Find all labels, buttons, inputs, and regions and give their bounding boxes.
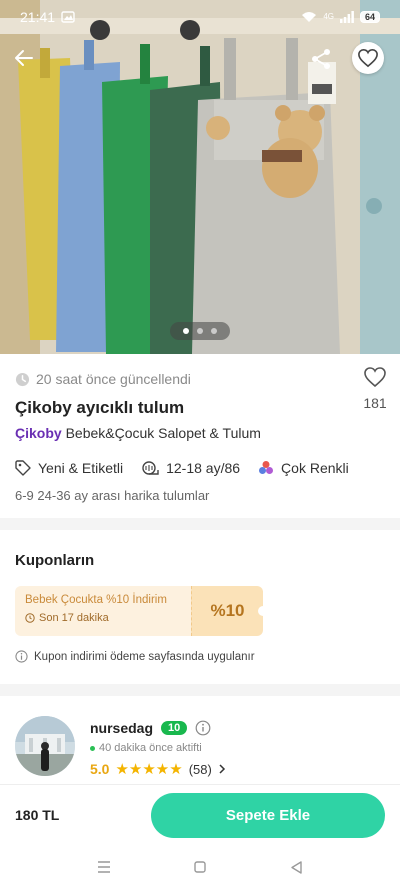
add-to-cart-button[interactable]: Sepete Ekle [151,793,385,838]
like-counter[interactable]: 181 [358,366,392,411]
favorite-count: 181 [363,395,387,411]
system-navigation-bar [0,846,400,888]
network-label: 4G [323,12,334,21]
wifi-icon [301,11,317,23]
share-icon [312,49,330,69]
seller-level-badge: 10 [161,721,188,735]
info-icon[interactable] [195,720,211,736]
rating-score: 5.0 [90,761,110,777]
gallery-dot[interactable] [211,328,217,334]
home-button[interactable] [188,855,212,879]
review-count: (58) [188,761,212,777]
coupon-note-text: Kupon indirimi ödeme sayfasında uygulanı… [34,650,255,663]
updated-text: 20 saat önce güncellendi [36,371,191,387]
battery-icon: 64 [360,11,380,23]
timer-icon [25,613,35,623]
product-title: Çikoby ayıcıklı tulum [15,398,185,417]
menu-icon [98,861,110,873]
condition-label: Yeni & Etiketli [38,460,124,476]
seller-section[interactable]: nursedag 10 40 dakika önce aktifti 5.0 ★… [0,696,400,784]
product-image-gallery[interactable]: 21:41 4G 64 [0,0,400,354]
status-time: 21:41 [20,9,56,25]
avatar-image [15,716,75,776]
color-attribute: Çok Renkli [258,460,349,476]
rating-stars: ★★★★★ [115,761,183,778]
clock-icon [15,372,30,386]
category-link[interactable]: Bebek&Çocuk Salopet & Tulum [66,425,261,441]
gallery-dot[interactable] [183,328,189,334]
seller-activity: 40 dakika önce aktifti [90,742,202,754]
seller-last-active: 40 dakika önce aktifti [99,742,202,754]
seller-name[interactable]: nursedag [90,720,153,736]
product-description: 6-9 24-36 ay arası harika tulumlar [15,488,210,503]
arrow-left-icon [15,50,33,66]
coupon-timer: Son 17 dakika [25,612,181,624]
share-button[interactable] [306,44,336,74]
color-label: Çok Renkli [281,460,349,476]
triangle-back-icon [291,860,302,874]
online-dot-icon [90,745,95,751]
coupon-title: Bebek Çocukta %10 İndirim [25,594,167,606]
chevron-right-icon [219,764,225,774]
condition-attribute: Yeni & Etiketli [15,460,123,476]
back-button[interactable] [8,42,40,74]
signal-icon [340,11,354,23]
image-notification-icon [61,10,75,24]
coupons-section: Kuponların Bebek Çocukta %10 İndirim Son… [0,530,400,684]
gallery-dot[interactable] [197,328,203,334]
gallery-pagination [170,322,230,340]
seller-rating[interactable]: 5.0 ★★★★★ (58) [90,760,226,778]
brand-link[interactable]: Çikoby [15,425,62,441]
product-photo [0,0,400,354]
system-back-button[interactable] [284,855,308,879]
square-icon [194,861,206,873]
heart-icon [358,48,378,68]
section-divider [0,518,400,530]
info-icon [15,650,28,663]
coupon-value: %10 [191,586,268,636]
color-icon [259,461,274,474]
price: 180 TL [15,807,60,823]
status-bar: 21:41 4G 64 [0,0,400,34]
coupon-time-left: Son 17 dakika [39,612,109,624]
product-info: 20 saat önce güncellendi 181 Çikoby ayıc… [0,354,400,518]
purchase-bar: 180 TL Sepete Ekle [0,784,400,846]
coupon-card[interactable]: Bebek Çocukta %10 İndirim Son 17 dakika … [15,586,268,636]
seller-name-row: nursedag 10 [90,720,211,736]
coupons-heading: Kuponların [15,552,95,569]
size-icon [142,461,159,475]
size-attribute: 12-18 ay/86 [141,460,240,476]
coupon-note: Kupon indirimi ödeme sayfasında uygulanı… [15,650,255,663]
tag-icon [15,460,31,476]
network-type-icon: 4G [323,13,334,21]
coupon-details: Bebek Çocukta %10 İndirim Son 17 dakika [15,586,191,636]
battery-level: 64 [364,12,375,22]
size-label: 12-18 ay/86 [166,460,241,476]
favorite-button[interactable] [352,42,384,74]
recent-apps-button[interactable] [92,855,116,879]
heart-icon [364,367,386,388]
updated-info: 20 saat önce güncellendi [15,371,191,387]
brand-category-line: Çikoby Bebek&Çocuk Salopet & Tulum [15,425,261,441]
section-divider [0,684,400,696]
seller-avatar[interactable] [15,716,75,776]
product-attributes: Yeni & Etiketli 12-18 ay/86 Çok Renkli [15,460,349,476]
